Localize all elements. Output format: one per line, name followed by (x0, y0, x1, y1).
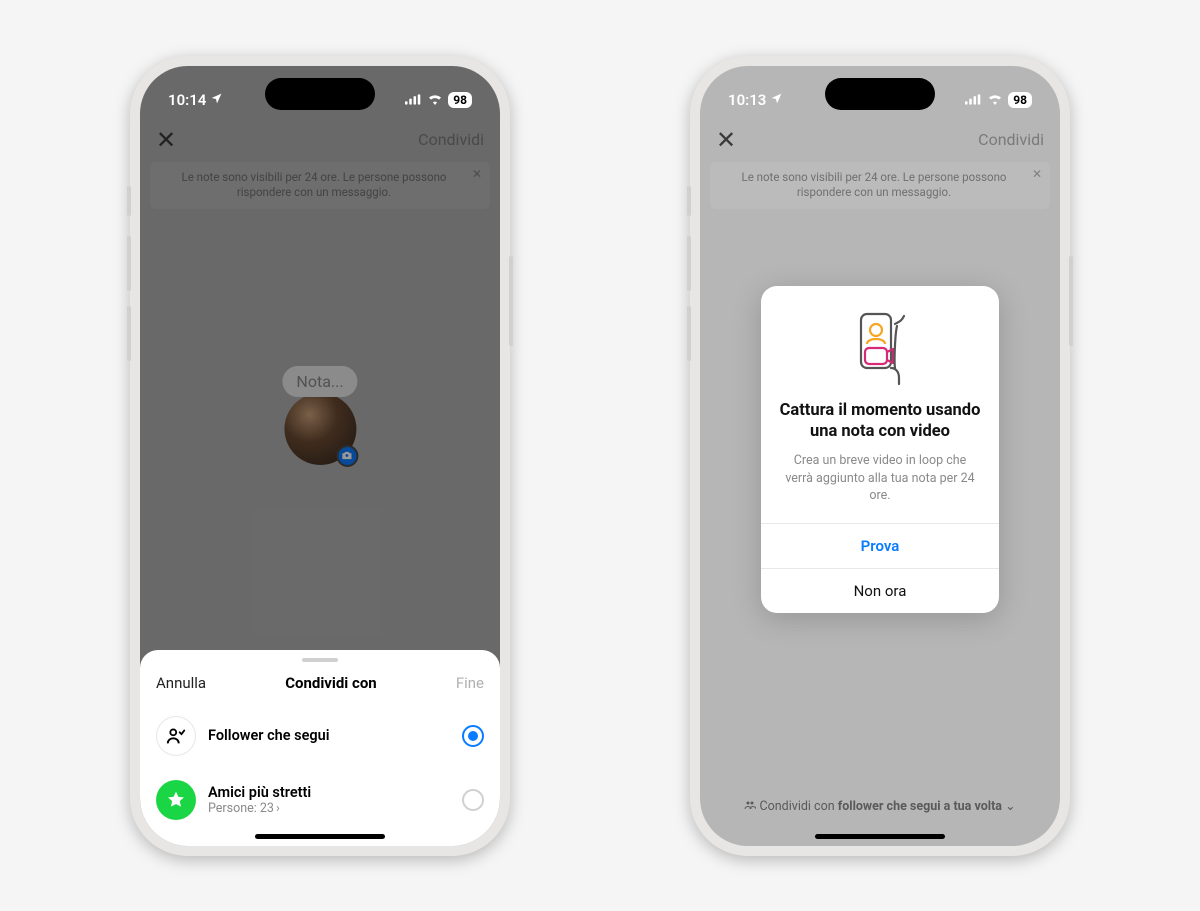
info-banner-text: Le note sono visibili per 24 ore. Le per… (742, 170, 1007, 200)
modal-description: Crea un breve video in loop che verrà ag… (779, 452, 981, 505)
share-sheet: Annulla Condividi con Fine Follower che … (140, 650, 500, 846)
wifi-icon (427, 91, 443, 109)
battery-badge: 98 (1008, 92, 1032, 108)
followers-icon (156, 716, 196, 756)
dynamic-island (825, 78, 935, 110)
video-note-illustration-icon (779, 310, 981, 386)
share-button[interactable]: Condividi (978, 130, 1044, 149)
battery-level: 98 (453, 93, 467, 107)
nav-bar: ✕ Condividi (700, 120, 1060, 160)
banner-close-icon[interactable]: ✕ (1032, 166, 1042, 182)
phone-left: 10:14 98 ✕ Condividi Le (130, 56, 510, 856)
chevron-right-icon: › (276, 801, 280, 816)
modal-title: Cattura il momento usando una nota con v… (779, 400, 981, 443)
chevron-down-icon: ⌄ (1005, 799, 1015, 814)
battery-badge: 98 (448, 92, 472, 108)
share-option-followers[interactable]: Follower che segui (140, 706, 500, 770)
screen-right: 10:13 98 ✕ Condividi Le (700, 66, 1060, 846)
modal-primary-button[interactable]: Prova (761, 523, 999, 568)
sheet-cancel-button[interactable]: Annulla (156, 674, 206, 692)
close-friends-icon (156, 780, 196, 820)
screen-left: 10:14 98 ✕ Condividi Le (140, 66, 500, 846)
home-indicator[interactable] (815, 834, 945, 839)
followers-radio[interactable] (462, 725, 484, 747)
modal-secondary-button[interactable]: Non ora (761, 568, 999, 613)
close-friends-radio[interactable] (462, 789, 484, 811)
location-icon (210, 91, 223, 109)
cellular-icon (405, 91, 422, 109)
sheet-done-button[interactable]: Fine (456, 674, 484, 692)
status-time: 10:13 (728, 91, 766, 109)
status-time: 10:14 (168, 91, 206, 109)
video-note-modal: Cattura il momento usando una nota con v… (761, 286, 999, 613)
info-banner: Le note sono visibili per 24 ore. Le per… (710, 162, 1050, 209)
cellular-icon (965, 91, 982, 109)
sheet-title: Condividi con (285, 674, 377, 692)
close-friends-sublabel[interactable]: Persone: 23 › (208, 801, 450, 816)
dynamic-island (265, 78, 375, 110)
wifi-icon (987, 91, 1003, 109)
home-indicator[interactable] (255, 834, 385, 839)
location-icon (770, 91, 783, 109)
share-audience-footer[interactable]: Condividi con follower che segui a tua v… (700, 798, 1060, 814)
phone-right: 10:13 98 ✕ Condividi Le (690, 56, 1070, 856)
share-footer-bold: follower che segui a tua volta (838, 799, 1002, 814)
close-friends-label: Amici più stretti (208, 784, 450, 801)
battery-level: 98 (1013, 93, 1027, 107)
share-footer-prefix: Condividi con (760, 799, 838, 814)
close-icon[interactable]: ✕ (716, 126, 736, 154)
followers-label: Follower che segui (208, 727, 450, 744)
sheet-grabber[interactable] (302, 658, 338, 662)
